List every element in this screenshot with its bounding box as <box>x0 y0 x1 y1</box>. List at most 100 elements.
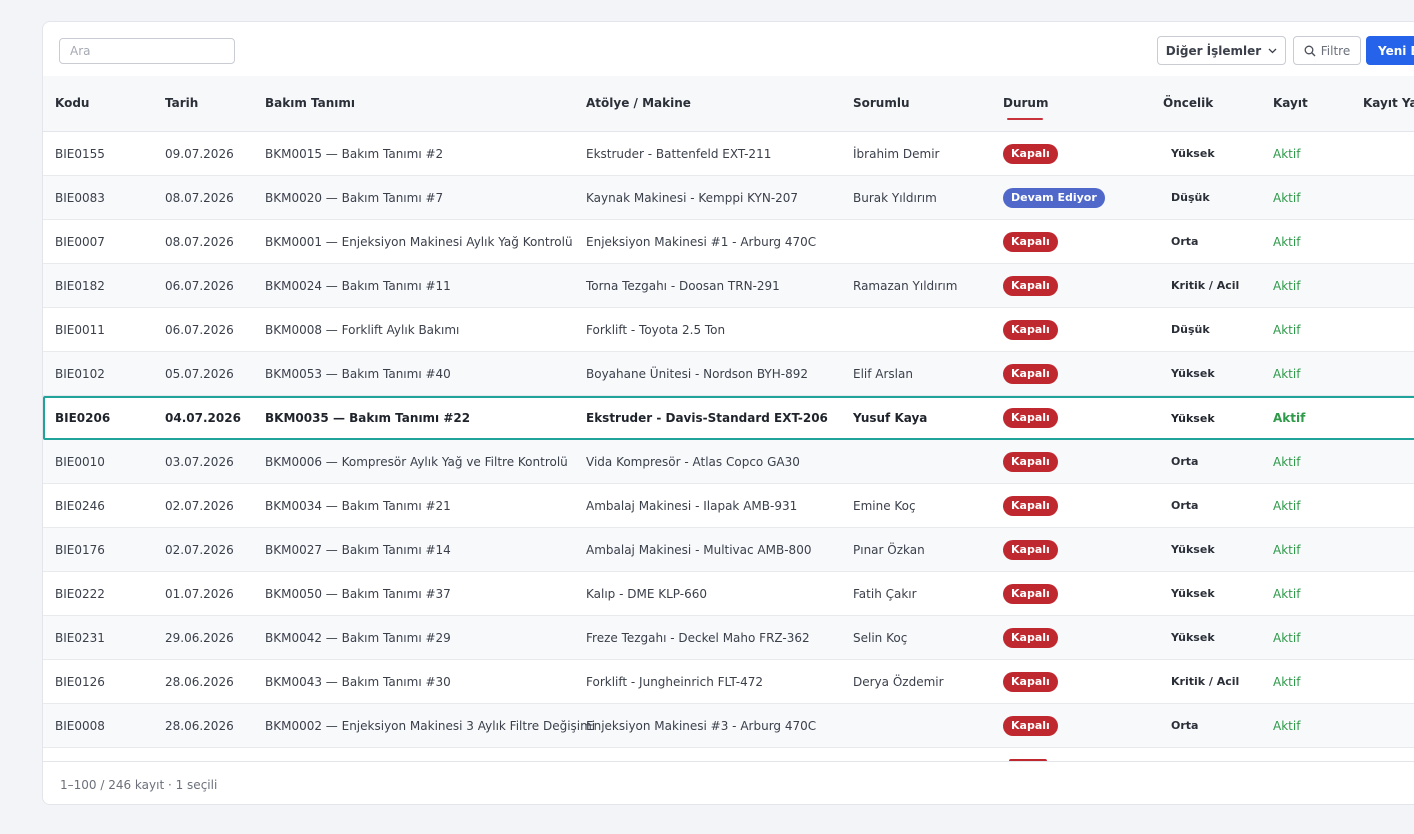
cell-sorumlu: Selin Koç <box>853 630 908 645</box>
status-badge: Devam Ediyor <box>1003 187 1105 208</box>
cell-kodu: BIE0010 <box>55 454 105 469</box>
cell-bakim-tanimi: BKM0042 — Bakım Tanımı #29 <box>265 630 451 645</box>
cell-tarih: 04.07.2026 <box>165 411 241 425</box>
other-actions-label: Diğer İşlemler <box>1165 43 1262 58</box>
table-row[interactable]: BIE0102 05.07.2026 BKM0053 — Bakım Tanımı … <box>43 352 1414 396</box>
cell-tarih: 06.07.2026 <box>165 322 234 337</box>
cell-durum: Devam Ediyor <box>1003 176 1105 219</box>
cell-durum: Kapalı <box>1003 352 1058 395</box>
cell-kodu: BIE0126 <box>55 674 105 689</box>
table-row[interactable]: BIE0231 29.06.2026 BKM0042 — Bakım Tanımı … <box>43 616 1414 660</box>
cell-durum: Kapalı <box>1003 660 1058 703</box>
table-row[interactable]: BIE0126 28.06.2026 BKM0043 — Bakım Tanımı … <box>43 660 1414 704</box>
other-actions-button[interactable]: Diğer İşlemler <box>1157 36 1286 65</box>
table-row[interactable]: BIE0182 06.07.2026 BKM0024 — Bakım Tanımı … <box>43 264 1414 308</box>
cell-kodu: BIE0102 <box>55 366 105 381</box>
cell-tarih: 05.07.2026 <box>165 366 234 381</box>
cell-kayit: Aktif <box>1273 278 1301 293</box>
cell-oncelik: Orta <box>1171 455 1199 468</box>
search-input[interactable] <box>59 38 235 64</box>
cell-kayit: Aktif <box>1273 190 1301 205</box>
filter-button[interactable]: Filtre <box>1293 36 1361 65</box>
table-row[interactable]: BIE0008 28.06.2026 BKM0002 — Enjeksiyon Ma… <box>43 704 1414 748</box>
table-row[interactable]: BIE0176 02.07.2026 BKM0027 — Bakım Tanımı … <box>43 528 1414 572</box>
cell-kodu: BIE0007 <box>55 234 105 249</box>
cell-tarih: 06.07.2026 <box>165 278 234 293</box>
cell-sorumlu: Derya Özdemir <box>853 674 944 689</box>
cell-kodu: BIE0222 <box>55 586 105 601</box>
cell-durum: Kapalı <box>1003 572 1058 615</box>
table-row[interactable]: BIE0083 08.07.2026 BKM0020 — Bakım Tanımı … <box>43 176 1414 220</box>
table-row[interactable]: BIE0155 09.07.2026 BKM0015 — Bakım Tanımı … <box>43 132 1414 176</box>
table-row[interactable]: BIE0007 08.07.2026 BKM0001 — Enjeksiyon Ma… <box>43 220 1414 264</box>
cell-tarih: 28.06.2026 <box>165 674 234 689</box>
cell-tarih: 08.07.2026 <box>165 190 234 205</box>
cell-atolye-makine: Freze Tezgahı - Deckel Maho FRZ-362 <box>586 630 810 645</box>
column-header-kodu[interactable]: Kodu <box>55 96 89 110</box>
cell-atolye-makine: Enjeksiyon Makinesi #1 - Arburg 470C <box>586 234 817 249</box>
table-row[interactable]: BIE0010 03.07.2026 BKM0006 — Kompresör Ayl… <box>43 440 1414 484</box>
cell-oncelik: Orta <box>1171 499 1199 512</box>
sort-indicator <box>1007 118 1043 120</box>
cell-tarih: 29.06.2026 <box>165 630 234 645</box>
cell-atolye-makine: Forklift - Jungheinrich FLT-472 <box>586 674 764 689</box>
cell-durum: Kapalı <box>1003 704 1058 747</box>
status-badge: Kapalı <box>1003 231 1058 252</box>
cell-sorumlu: Pınar Özkan <box>853 542 925 557</box>
cell-durum: Kapalı <box>1003 616 1058 659</box>
cell-oncelik: Orta <box>1171 719 1199 732</box>
column-header-oncelik[interactable]: Öncelik <box>1163 96 1213 110</box>
table-row[interactable]: BIE0222 01.07.2026 BKM0050 — Bakım Tanımı … <box>43 572 1414 616</box>
cell-durum: Kapalı <box>1003 308 1058 351</box>
cell-bakim-tanimi: BKM0035 — Bakım Tanımı #22 <box>265 411 471 425</box>
cell-durum: Kapalı <box>1003 220 1058 263</box>
cell-kodu: BIE0206 <box>55 411 111 425</box>
cell-kodu: BIE0011 <box>55 322 105 337</box>
cell-tarih: 28.06.2026 <box>165 718 234 733</box>
cell-bakim-tanimi: BKM0015 — Bakım Tanımı #2 <box>265 146 444 161</box>
new-record-button[interactable]: Yeni Ba <box>1366 36 1414 65</box>
cell-oncelik: Yüksek <box>1171 587 1215 600</box>
cell-oncelik: Düşük <box>1171 323 1210 336</box>
table-body: BIE0155 09.07.2026 BKM0015 — Bakım Tanımı … <box>43 132 1414 761</box>
cell-bakim-tanimi: BKM0043 — Bakım Tanımı #30 <box>265 674 451 689</box>
cell-bakim-tanimi: BKM0020 — Bakım Tanımı #7 <box>265 190 444 205</box>
status-badge: Kapalı <box>1003 319 1058 340</box>
column-header-kayit[interactable]: Kayıt <box>1273 96 1308 110</box>
status-badge: Kapalı <box>1003 408 1058 428</box>
cell-atolye-makine: Kalıp - DME KLP-660 <box>586 586 708 601</box>
table-footer: 1–100 / 246 kayıt · 1 seçili <box>43 761 1414 804</box>
cell-atolye-makine: Torna Tezgahı - Doosan TRN-291 <box>586 278 780 293</box>
cell-oncelik: Yüksek <box>1171 147 1215 160</box>
column-header-sorumlu[interactable]: Sorumlu <box>853 96 910 110</box>
column-header-durum[interactable]: Durum <box>1003 96 1048 110</box>
pagination-summary: 1–100 / 246 kayıt · 1 seçili <box>60 778 218 792</box>
cell-bakim-tanimi: BKM0050 — Bakım Tanımı #37 <box>265 586 451 601</box>
cell-kodu: BIE0176 <box>55 542 105 557</box>
cell-oncelik: Kritik / Acil <box>1171 279 1240 292</box>
cell-sorumlu: Elif Arslan <box>853 366 913 381</box>
table-row[interactable]: BIE0011 06.07.2026 BKM0008 — Forklift Aylı… <box>43 308 1414 352</box>
cell-bakim-tanimi: BKM0027 — Bakım Tanımı #14 <box>265 542 451 557</box>
status-badge: Kapalı <box>1003 275 1058 296</box>
cell-tarih: 01.07.2026 <box>165 586 234 601</box>
cell-oncelik: Kritik / Acil <box>1171 675 1240 688</box>
table-row-selected[interactable]: BIE0206 04.07.2026 BKM0035 — Bakım Tanımı … <box>43 396 1414 440</box>
cell-kodu: BIE0083 <box>55 190 105 205</box>
column-header-atolye-makine[interactable]: Atölye / Makine <box>586 96 691 110</box>
cell-durum: Kapalı <box>1003 132 1058 175</box>
table-row[interactable]: BIE0246 02.07.2026 BKM0034 — Bakım Tanımı … <box>43 484 1414 528</box>
cell-bakim-tanimi: BKM0002 — Enjeksiyon Makinesi 3 Aylık Fi… <box>265 718 596 733</box>
column-header-bakim-tanimi[interactable]: Bakım Tanımı <box>265 96 355 110</box>
cell-durum: Kapalı <box>1003 484 1058 527</box>
cell-atolye-makine: Enjeksiyon Makinesi #3 - Arburg 470C <box>586 718 817 733</box>
cell-kayit: Aktif <box>1273 674 1301 689</box>
column-header-kayit-yapan[interactable]: Kayıt Yap <box>1363 96 1414 110</box>
cell-oncelik: Yüksek <box>1171 411 1215 425</box>
status-badge: Kapalı <box>1003 583 1058 604</box>
cell-kodu: BIE0182 <box>55 278 105 293</box>
cell-atolye-makine: Ekstruder - Davis-Standard EXT-206 <box>586 411 828 425</box>
column-header-tarih[interactable]: Tarih <box>165 96 198 110</box>
cell-tarih: 02.07.2026 <box>165 542 234 557</box>
cell-kayit: Aktif <box>1273 146 1301 161</box>
